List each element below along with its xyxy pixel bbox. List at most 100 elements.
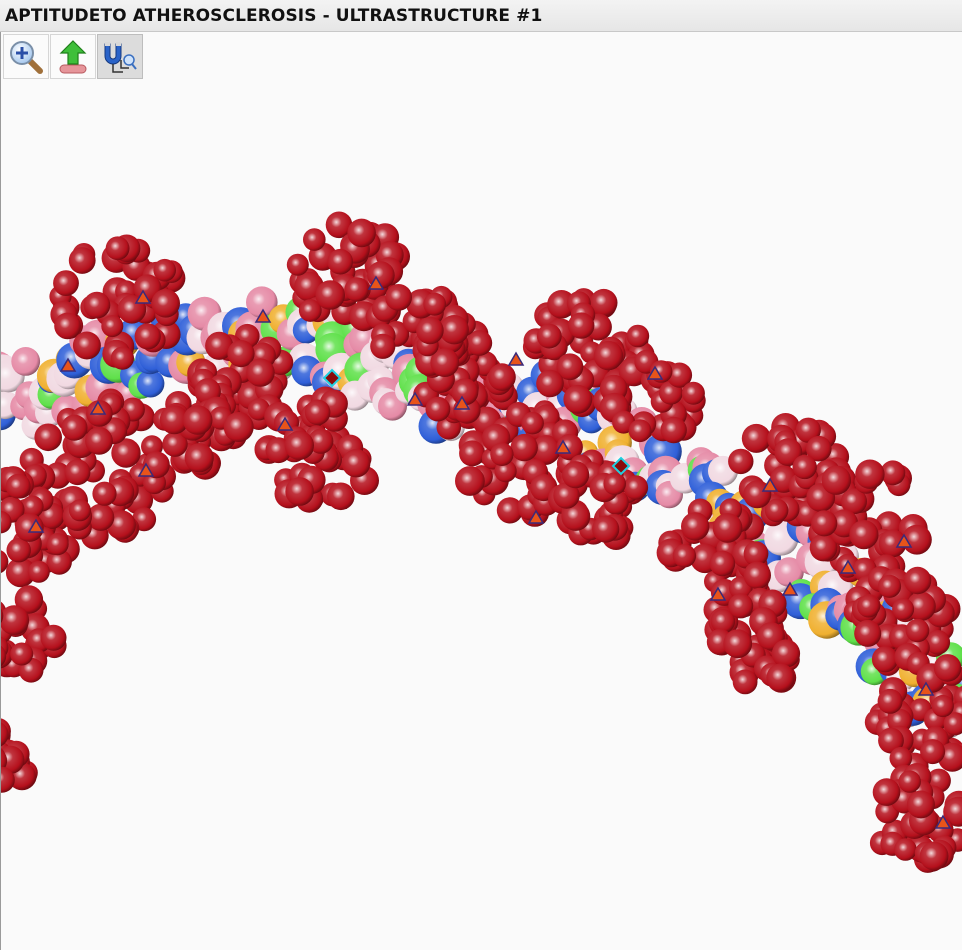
backbone-atom — [857, 594, 880, 618]
backbone-atom — [898, 770, 921, 793]
backbone-atom — [134, 323, 161, 350]
backbone-atom — [344, 277, 369, 302]
backbone-atom — [681, 381, 705, 405]
backbone-atom — [871, 646, 899, 673]
backbone-atom — [906, 790, 935, 819]
backbone-atom — [623, 475, 649, 500]
backbone-atom — [110, 346, 134, 370]
backbone-atom — [285, 477, 314, 506]
backbone-atom — [892, 598, 915, 621]
backbone-atom — [68, 247, 96, 274]
backbone-atom — [223, 412, 254, 442]
backbone-atom — [603, 472, 626, 496]
toolbar — [3, 34, 144, 80]
backbone-atom — [370, 333, 396, 359]
backbone-atom — [303, 228, 326, 251]
backbone-atom — [439, 315, 469, 345]
backbone-atom — [54, 312, 81, 340]
backbone-atom — [855, 459, 885, 489]
backbone-atom — [521, 411, 544, 435]
backbone-atom — [510, 433, 538, 462]
backbone-atom — [53, 270, 79, 296]
backbone-atom — [425, 396, 451, 422]
backbone-atom — [83, 291, 111, 319]
backbone-atom — [34, 423, 62, 452]
backbone-atom — [327, 248, 354, 275]
magnet-select-button[interactable] — [97, 34, 143, 79]
atom-marker-triangle[interactable] — [507, 351, 525, 366]
backbone-atom — [286, 253, 309, 276]
zoom-in-button[interactable] — [3, 34, 49, 79]
backbone-atom — [64, 459, 91, 486]
backbone-atom — [5, 473, 31, 499]
backbone-atom — [811, 510, 838, 537]
backbone-atom — [792, 454, 817, 480]
backbone-atom — [628, 419, 652, 443]
backbone-atom — [85, 427, 113, 455]
backbone-atom — [723, 629, 753, 659]
backbone-atom — [488, 363, 516, 391]
backbone-atom — [854, 619, 882, 647]
backbone-atom — [315, 280, 346, 310]
backbone-atom — [933, 654, 962, 682]
backbone-atom — [712, 513, 743, 543]
backbone-atom — [877, 574, 902, 598]
backbone-atom — [46, 533, 69, 556]
backbone-atom — [40, 624, 67, 651]
backbone-atom — [849, 520, 879, 550]
backbone-atom — [568, 312, 595, 339]
backbone-atom — [490, 442, 514, 466]
dna-molecule — [1, 211, 962, 873]
backbone-atom — [681, 512, 710, 541]
base-atom — [11, 347, 41, 376]
backbone-atom — [672, 544, 697, 568]
backbone-atom — [920, 739, 946, 765]
backbone-atom — [72, 331, 101, 360]
backbone-atom — [459, 440, 486, 467]
molecule-viewport[interactable] — [1, 80, 962, 950]
upload-button[interactable] — [50, 34, 96, 79]
backbone-atom — [709, 550, 736, 577]
backbone-atom — [184, 443, 214, 473]
backbone-atom — [61, 414, 88, 441]
upload-icon — [55, 39, 91, 75]
backbone-atom — [626, 324, 650, 348]
backbone-atom — [416, 316, 444, 345]
backbone-atom — [423, 292, 447, 316]
backbone-atom — [743, 561, 771, 589]
backbone-atom — [593, 340, 624, 371]
backbone-atom — [536, 323, 562, 349]
backbone-atom — [182, 405, 213, 435]
backbone-atom — [905, 618, 930, 643]
title-bar: APTITUDETO ATHEROSCLEROSIS - ULTRASTRUCT… — [0, 0, 962, 32]
backbone-atom — [92, 481, 117, 506]
backbone-atom — [27, 560, 50, 583]
window-title: APTITUDETO ATHEROSCLEROSIS - ULTRASTRUCT… — [5, 6, 543, 26]
backbone-atom — [728, 448, 754, 475]
backbone-atom — [327, 482, 355, 511]
backbone-atom — [304, 399, 331, 426]
backbone-atom — [872, 778, 901, 806]
backbone-atom — [536, 369, 564, 398]
backbone-atom — [101, 315, 124, 338]
backbone-atom — [342, 449, 371, 478]
backbone-atom — [903, 566, 932, 595]
backbone-atom — [821, 465, 851, 495]
backbone-atom — [562, 461, 590, 489]
backbone-atom — [771, 639, 801, 668]
magnet-select-icon — [101, 38, 139, 76]
zoom-in-icon — [8, 39, 44, 75]
backbone-atom — [10, 642, 34, 666]
backbone-atom — [919, 841, 949, 871]
backbone-atom — [284, 430, 314, 460]
backbone-atom — [728, 593, 754, 619]
backbone-atom — [347, 218, 376, 248]
backbone-atom — [105, 236, 130, 261]
application-window: APTITUDETO ATHEROSCLEROSIS - ULTRASTRUCT… — [0, 0, 962, 950]
backbone-atom — [246, 358, 275, 387]
backbone-atom — [660, 416, 687, 444]
backbone-atom — [766, 663, 795, 692]
backbone-atom — [151, 289, 180, 318]
backbone-atom — [592, 515, 620, 543]
backbone-atom — [877, 688, 903, 714]
